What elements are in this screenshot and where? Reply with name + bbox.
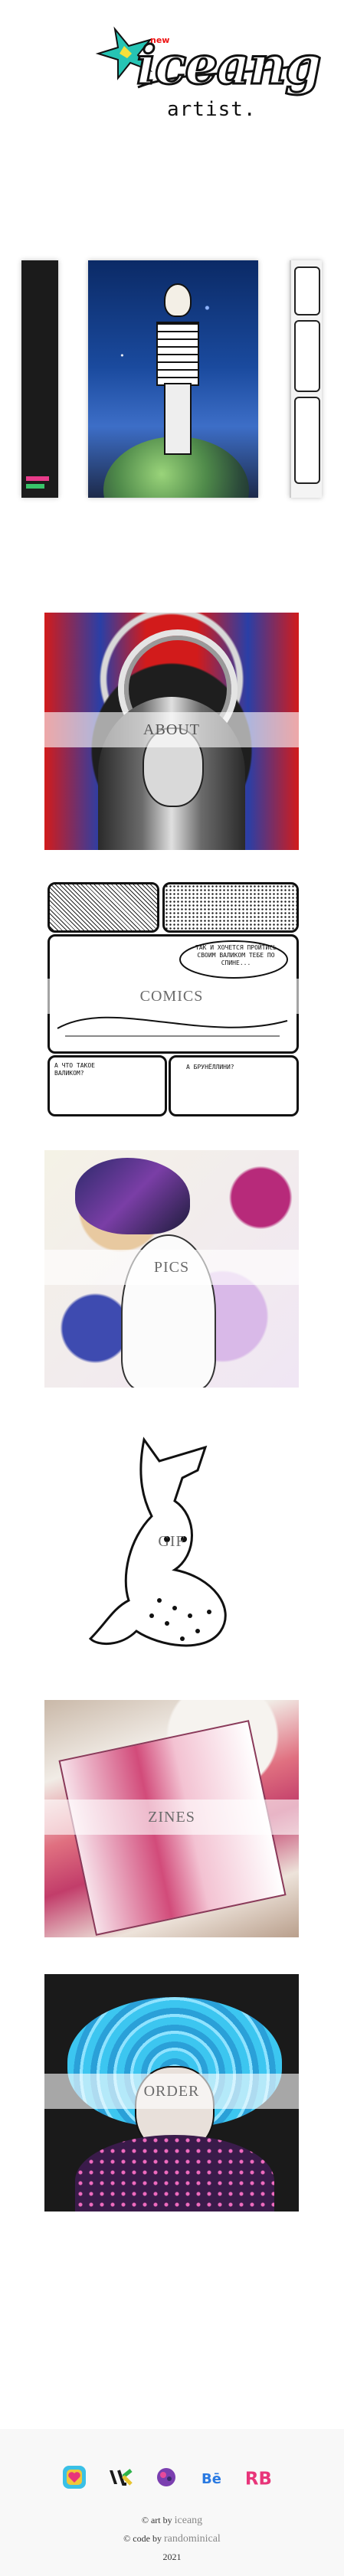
character-illustration [153,283,199,455]
comic-panel [162,882,299,933]
social-links: Bē RB [60,2463,290,2493]
menu-tile-zines[interactable]: ZINES [44,1700,299,1937]
svg-text:Bē: Bē [201,2471,221,2487]
code-credit-link[interactable]: randominical [164,2533,221,2545]
menu-tile-pics[interactable]: PICS [44,1150,299,1388]
menu-label-comics: COMICS [139,988,204,1005]
menu-label-about: ABOUT [143,721,200,738]
art-credit-prefix: © art by [141,2515,172,2525]
logo-wordmark: iceang [136,34,323,98]
menu-tile-comics[interactable]: ТАК И ХОЧЕТСЯ ПРОЙТИСЬ СВОИМ ВАЛИКОМ ТЕБ… [44,879,299,1116]
menu-tile-about[interactable]: ABOUT [44,613,299,850]
site-footer: Bē RB © art by iceang © code by randomin… [0,2429,344,2576]
slide-tag [26,484,44,489]
behance-icon[interactable]: Bē [198,2463,227,2492]
artwork-carousel[interactable] [0,260,344,498]
logo-subtitle: artist. [167,98,257,121]
slide-tag [26,476,49,481]
menu-label-pics: PICS [153,1259,190,1276]
code-credit-prefix: © code by [123,2533,162,2544]
menu-label-zines: ZINES [148,1809,195,1826]
comic-panel: А ЧТО ТАКОЕ ВАЛИКОМ? [48,1055,167,1116]
redbubble-icon[interactable]: RB [244,2463,273,2492]
menu-label-gif: GIF [158,1533,185,1550]
comic-panel: А БРУНЁЛЛИНИ? [169,1055,299,1116]
carousel-slide-next[interactable] [290,260,322,498]
instagram-icon[interactable] [60,2463,89,2492]
comic-panel [294,397,320,484]
carousel-slide-current[interactable] [88,260,258,498]
art-credit-link[interactable]: iceang [175,2515,203,2526]
speech-bubble: ТАК И ХОЧЕТСЯ ПРОЙТИСЬ СВОИМ ВАЛИКОМ ТЕБ… [195,944,277,966]
art-credit: © art by iceang [0,2515,344,2527]
comic-panel [294,266,320,315]
svg-text:RB: RB [245,2470,272,2489]
menu-tile-gif[interactable]: GIF [44,1424,299,1662]
comic-panel [48,882,159,933]
site-logo[interactable]: new iceang artist. [92,23,323,130]
comic-panel [294,320,320,392]
menu-label-order: ORDER [143,2083,200,2100]
menu-tile-order[interactable]: ORDER [44,1974,299,2212]
carousel-slide-prev[interactable] [21,260,58,498]
copyright-year: 2021 [162,2551,182,2562]
speech-bubble: А БРУНЁЛЛИНИ? [186,1064,234,1071]
vk-icon[interactable] [106,2463,135,2492]
code-credit: © code by randominical [0,2533,344,2545]
patreon-icon[interactable] [152,2463,181,2492]
speech-bubble: А ЧТО ТАКОЕ ВАЛИКОМ? [54,1062,95,1077]
